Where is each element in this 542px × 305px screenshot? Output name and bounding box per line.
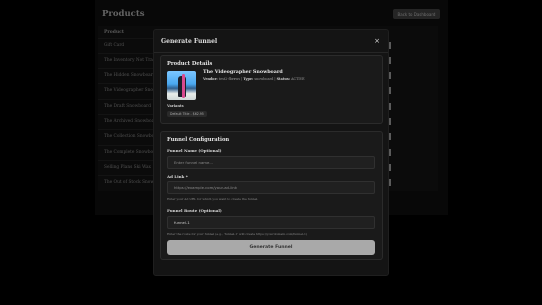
product-meta: Vendor: test2-fbrxws | Type: snowboard |… (203, 77, 305, 81)
funnel-name-label: Funnel Name (Optional) (167, 148, 222, 153)
funnel-configuration-card: Funnel Configuration Funnel Name (Option… (160, 131, 383, 260)
snowboard-shape (182, 74, 185, 98)
product-thumbnail (167, 71, 196, 100)
product-details-card: Product Details The Videographer Snowboa… (160, 55, 383, 124)
modal-title: Generate Funnel (161, 38, 218, 45)
ad-link-label: Ad Link * (167, 174, 188, 179)
variant-chip: Default Title - $62.95 (167, 111, 207, 117)
ad-link-help: Enter your Ad URL for which you want to … (167, 197, 259, 201)
product-name: The Videographer Snowboard (203, 69, 283, 75)
close-icon[interactable]: × (374, 37, 380, 45)
modal-divider (154, 52, 388, 53)
variants-label: Variants (167, 104, 184, 108)
generate-funnel-modal: Generate Funnel × Product Details The Vi… (153, 29, 389, 276)
product-details-heading: Product Details (167, 61, 213, 67)
funnel-route-label: Funnel Route (Optional) (167, 208, 222, 213)
funnel-route-input[interactable] (167, 216, 375, 229)
ad-link-input[interactable] (167, 181, 375, 194)
funnel-route-help: Enter the route for your funnel (e.g., '… (167, 232, 308, 236)
generate-funnel-button[interactable]: Generate Funnel (167, 240, 375, 255)
funnel-config-heading: Funnel Configuration (167, 137, 230, 143)
funnel-name-input[interactable] (167, 156, 375, 169)
